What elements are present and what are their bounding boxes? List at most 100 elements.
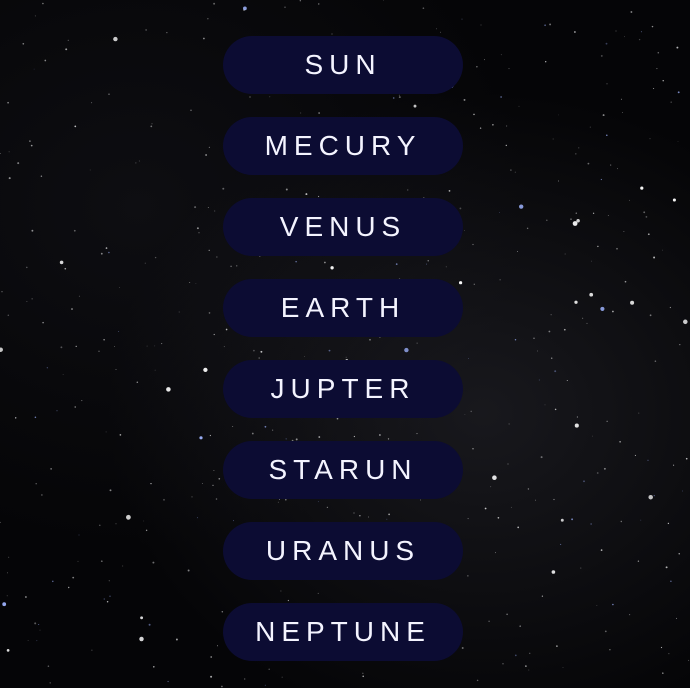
star bbox=[0, 347, 3, 352]
star bbox=[213, 333, 215, 336]
star bbox=[473, 283, 475, 285]
star bbox=[30, 144, 33, 147]
star bbox=[135, 162, 137, 164]
star bbox=[634, 454, 636, 456]
star bbox=[318, 3, 320, 5]
star bbox=[653, 495, 655, 497]
star bbox=[630, 11, 633, 13]
planet-button-sun[interactable]: SUN bbox=[223, 36, 463, 94]
planet-button-mecury[interactable]: MECURY bbox=[223, 117, 463, 175]
star bbox=[115, 369, 117, 370]
star bbox=[144, 262, 146, 264]
star bbox=[624, 280, 627, 283]
star bbox=[42, 321, 44, 324]
star bbox=[606, 83, 608, 85]
star bbox=[476, 66, 478, 68]
planet-button-neptune[interactable]: NEPTUNE bbox=[223, 603, 463, 661]
star bbox=[526, 227, 529, 230]
star bbox=[676, 46, 679, 49]
star bbox=[151, 123, 153, 125]
star bbox=[606, 134, 608, 137]
star bbox=[209, 434, 212, 437]
star bbox=[616, 247, 618, 250]
star bbox=[638, 412, 640, 414]
star bbox=[49, 682, 51, 684]
star bbox=[603, 467, 606, 470]
star bbox=[544, 24, 546, 27]
star bbox=[62, 374, 64, 375]
star bbox=[81, 400, 83, 402]
star bbox=[549, 23, 552, 26]
star bbox=[161, 343, 163, 345]
star bbox=[216, 256, 218, 258]
star bbox=[600, 549, 603, 551]
star bbox=[620, 98, 622, 100]
star bbox=[647, 233, 650, 236]
star bbox=[546, 219, 548, 222]
star bbox=[617, 168, 618, 170]
star bbox=[673, 464, 675, 466]
star bbox=[624, 36, 625, 38]
star bbox=[640, 519, 642, 521]
star bbox=[109, 595, 111, 597]
planet-button-earth[interactable]: EARTH bbox=[223, 279, 463, 337]
star bbox=[243, 9, 245, 11]
star bbox=[178, 311, 180, 313]
star bbox=[148, 623, 151, 626]
star bbox=[166, 387, 171, 392]
star bbox=[548, 330, 551, 333]
star bbox=[67, 39, 69, 42]
star bbox=[196, 227, 199, 230]
star bbox=[612, 310, 614, 313]
star bbox=[606, 420, 608, 422]
star bbox=[688, 659, 690, 661]
star bbox=[508, 68, 510, 70]
star bbox=[645, 216, 648, 218]
planet-button-venus[interactable]: VENUS bbox=[223, 198, 463, 256]
star bbox=[139, 636, 144, 642]
star bbox=[518, 105, 520, 107]
star bbox=[208, 249, 210, 251]
star bbox=[653, 256, 656, 259]
star bbox=[527, 488, 530, 490]
star bbox=[47, 665, 50, 667]
star bbox=[207, 207, 209, 208]
star bbox=[640, 31, 642, 33]
planet-button-starun[interactable]: STARUN bbox=[223, 441, 463, 499]
star bbox=[103, 339, 105, 341]
star bbox=[492, 475, 497, 481]
star bbox=[7, 101, 9, 104]
star bbox=[99, 524, 101, 527]
star bbox=[620, 520, 623, 523]
star bbox=[499, 212, 500, 213]
planet-button-jupter[interactable]: JUPTER bbox=[223, 360, 463, 418]
star bbox=[75, 345, 77, 348]
star bbox=[649, 138, 651, 140]
star bbox=[264, 684, 266, 686]
star bbox=[8, 556, 10, 558]
planet-menu: SUN MECURY VENUS EARTH JUPTER STARUN URA… bbox=[223, 36, 463, 661]
star bbox=[541, 595, 544, 597]
star bbox=[629, 614, 631, 616]
star bbox=[510, 506, 512, 508]
star bbox=[619, 441, 621, 443]
planet-button-uranus[interactable]: URANUS bbox=[223, 522, 463, 580]
star bbox=[590, 523, 592, 525]
star bbox=[574, 31, 576, 33]
star bbox=[103, 598, 106, 600]
star bbox=[480, 24, 482, 26]
star bbox=[35, 482, 37, 485]
star bbox=[473, 113, 475, 116]
star bbox=[268, 668, 270, 670]
star bbox=[591, 260, 593, 262]
star bbox=[153, 666, 155, 668]
star bbox=[281, 676, 283, 678]
star bbox=[649, 314, 652, 317]
star bbox=[435, 28, 437, 30]
star bbox=[91, 649, 93, 651]
star bbox=[7, 572, 8, 574]
star bbox=[1, 291, 3, 293]
star bbox=[554, 408, 557, 411]
star bbox=[596, 605, 598, 607]
star bbox=[651, 25, 654, 28]
